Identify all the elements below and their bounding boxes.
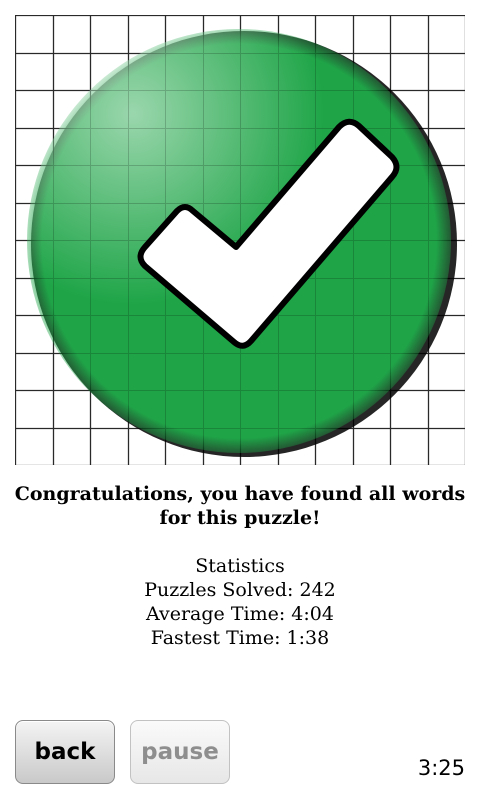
average-time-stat: Average Time: 4:04 <box>146 603 334 625</box>
puzzles-solved-stat: Puzzles Solved: 242 <box>144 579 336 601</box>
puzzle-complete-screen: Congratulations, you have found all word… <box>0 0 480 800</box>
puzzle-grid-svg <box>15 15 465 465</box>
statistics-panel: Statistics Puzzles Solved: 242 Average T… <box>0 554 480 650</box>
game-timer: 3:25 <box>417 756 465 780</box>
fastest-time-stat: Fastest Time: 1:38 <box>150 627 330 649</box>
puzzle-grid <box>15 15 465 465</box>
congratulations-message: Congratulations, you have found all word… <box>14 483 466 529</box>
statistics-heading: Statistics <box>195 555 285 577</box>
back-button[interactable]: back <box>15 720 115 784</box>
pause-button[interactable]: pause <box>130 720 230 784</box>
